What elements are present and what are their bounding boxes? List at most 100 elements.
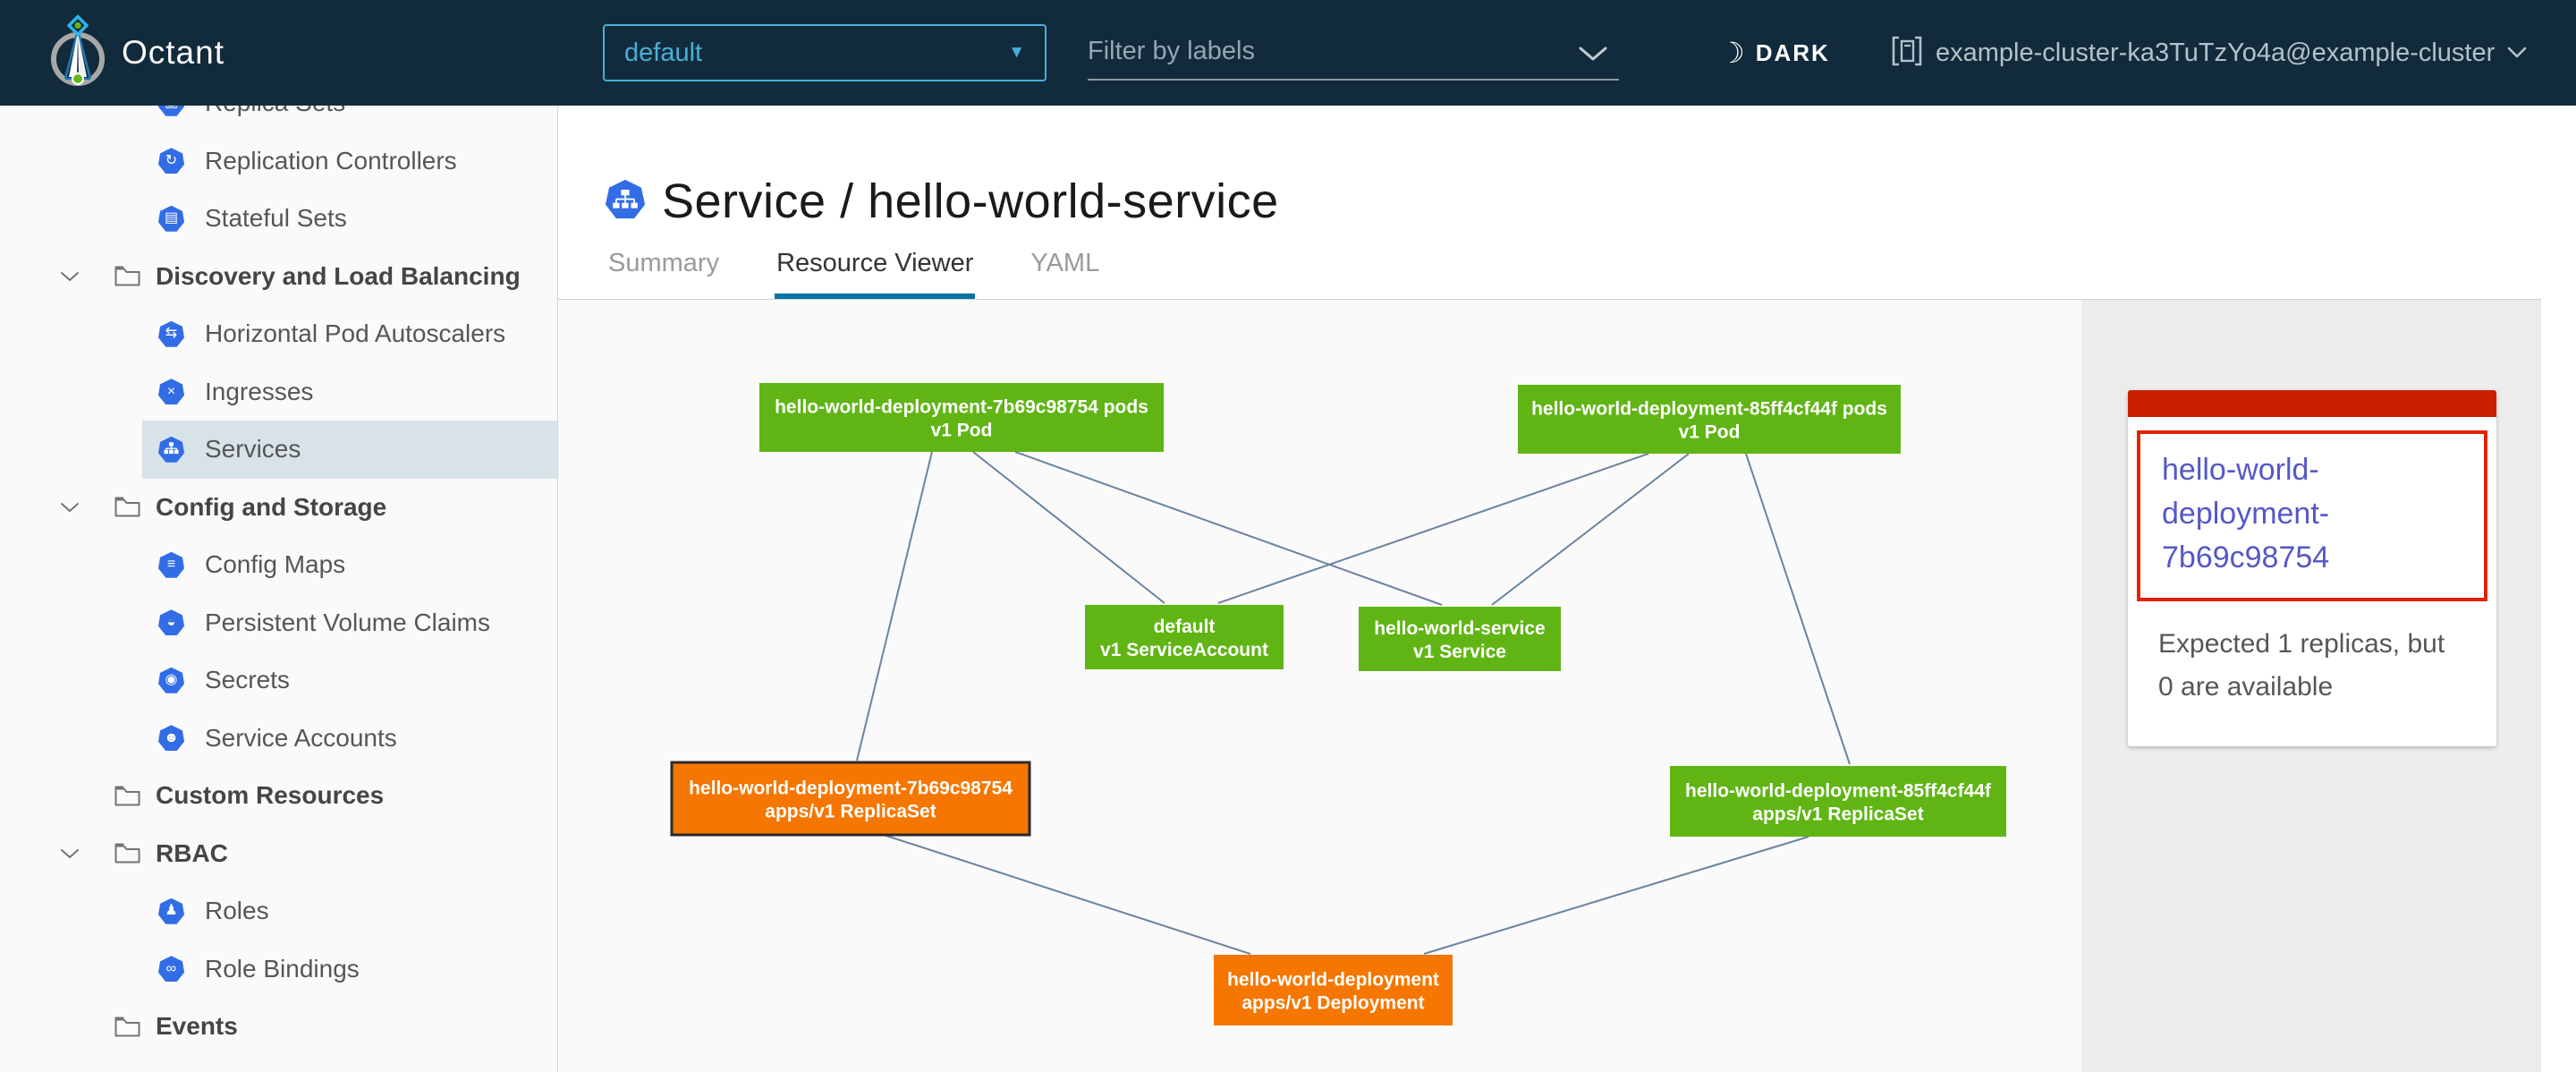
folder-icon xyxy=(114,784,141,808)
service-accounts-icon: ☻ xyxy=(158,725,184,751)
sidebar-item-replication-controllers[interactable]: ↻ Replication Controllers xyxy=(0,132,557,191)
replica-sets-icon: ▣ xyxy=(158,106,184,116)
sidebar-item-replica-sets[interactable]: ▣ Replica Sets xyxy=(0,106,557,132)
graph-node-service-hello-world[interactable]: hello-world-servicev1 Service xyxy=(1359,607,1561,671)
sidebar-item-label: Role Bindings xyxy=(205,955,360,983)
app-title: Octant xyxy=(122,0,225,106)
sidebar-item-label: Replication Controllers xyxy=(205,147,457,175)
ingresses-icon: × xyxy=(158,379,184,404)
secrets-icon: ◉ xyxy=(158,668,184,693)
folder-icon xyxy=(114,841,141,865)
cluster-icon xyxy=(1891,34,1923,72)
sidebar-folder-label: Config and Storage xyxy=(156,493,386,522)
graph-edge-replicaset-85ff4cf44f-to-deployment xyxy=(1424,837,1809,954)
octant-logo-icon xyxy=(50,13,106,98)
sidebar-folder-label: RBAC xyxy=(156,839,228,868)
graph-edge-pod-85ff4cf44f-to-replicaset-85ff4cf44f xyxy=(1746,454,1850,764)
sidebar-item-service-accounts[interactable]: ☻ Service Accounts xyxy=(0,710,557,768)
tab-yaml[interactable]: YAML xyxy=(1029,249,1101,300)
tab-resource-viewer[interactable]: Resource Viewer xyxy=(775,249,975,300)
sidebar-item-label: Ingresses xyxy=(205,378,313,406)
cluster-context-label: example-cluster-ka3TuTzYo4a@example-clus… xyxy=(1936,38,2495,68)
chevron-down-icon xyxy=(2507,47,2527,59)
persistent-volume-claims-icon: ◒ xyxy=(158,609,184,635)
folder-icon xyxy=(114,1015,141,1039)
tab-bar: Summary Resource Viewer YAML xyxy=(606,249,1101,300)
roles-icon: ♟ xyxy=(158,898,184,924)
graph-node-serviceaccount-default[interactable]: defaultv1 ServiceAccount xyxy=(1085,605,1284,669)
namespace-dropdown[interactable]: default ▼ xyxy=(603,24,1046,81)
chevron-down-icon[interactable] xyxy=(59,501,80,514)
folder-icon xyxy=(114,495,141,519)
replication-controllers-icon: ↻ xyxy=(158,148,184,174)
resource-graph-svg: hello-world-deployment-7b69c98754 podsv1… xyxy=(558,300,2081,1072)
label-filter-input[interactable] xyxy=(1088,25,1571,77)
sidebar-item-services[interactable]: Services xyxy=(0,421,557,479)
graph-node-replicaset-85ff4cf44f[interactable]: hello-world-deployment-85ff4cf44fapps/v1… xyxy=(1670,766,2006,837)
sidebar-item-roles[interactable]: ♟ Roles xyxy=(0,882,557,940)
chevron-down-icon[interactable] xyxy=(59,847,80,860)
dark-theme-toggle[interactable]: ☾ DARK xyxy=(1719,0,1830,106)
selected-resource-card: hello-world-deployment-7b69c98754 Expect… xyxy=(2128,390,2496,746)
stateful-sets-icon: ▤ xyxy=(158,206,184,232)
sidebar-item-label: Horizontal Pod Autoscalers xyxy=(205,319,505,348)
graph-edge-pod-7b69c98754-to-serviceaccount xyxy=(973,452,1165,603)
page-title: Service / hello-world-service xyxy=(662,174,1279,229)
sidebar-folder-config-and-storage[interactable]: Config and Storage xyxy=(0,479,557,537)
sidebar-item-persistent-volume-claims[interactable]: ◒ Persistent Volume Claims xyxy=(0,594,557,652)
sidebar-item-label: Replica Sets xyxy=(205,106,345,117)
detail-panel: hello-world-deployment-7b69c98754 Expect… xyxy=(2081,300,2541,1072)
graph-node-deployment-hello-world[interactable]: hello-world-deploymentapps/v1 Deployment xyxy=(1214,955,1453,1025)
sidebar-folder-rbac[interactable]: RBAC xyxy=(0,825,557,883)
error-accent-bar xyxy=(2128,390,2496,417)
services-icon xyxy=(158,437,184,463)
sidebar-folder-label: Events xyxy=(156,1012,238,1041)
chevron-down-icon[interactable] xyxy=(59,270,80,283)
sidebar-item-role-bindings[interactable]: ∞ Role Bindings xyxy=(0,940,557,999)
graph-edge-pod-85ff4cf44f-to-service xyxy=(1492,454,1689,605)
selected-resource-link[interactable]: hello-world-deployment-7b69c98754 xyxy=(2162,448,2439,580)
main-content: Service / hello-world-service Summary Res… xyxy=(558,106,2576,1072)
sidebar-item-label: Roles xyxy=(205,897,269,925)
sidebar-folder-events[interactable]: Events xyxy=(0,998,557,1056)
role-bindings-icon: ∞ xyxy=(158,956,184,982)
graph-edge-replicaset-7b69c98754-to-deployment xyxy=(884,835,1250,954)
graph-node-replicaset-7b69c98754[interactable]: hello-world-deployment-7b69c98754apps/v1… xyxy=(672,762,1030,835)
sidebar-item-stateful-sets[interactable]: ▤ Stateful Sets xyxy=(0,190,557,248)
resource-status-message: Expected 1 replicas, but 0 are available xyxy=(2158,623,2466,709)
graph-node-pod-7b69c98754[interactable]: hello-world-deployment-7b69c98754 podsv1… xyxy=(759,383,1164,452)
folder-icon xyxy=(114,264,141,288)
sidebar-folder-label: Custom Resources xyxy=(156,781,384,810)
sidebar-folder-custom-resources[interactable]: Custom Resources xyxy=(0,767,557,825)
theme-toggle-label: DARK xyxy=(1756,39,1830,67)
config-maps-icon: ≡ xyxy=(158,552,184,578)
graph-node-pod-85ff4cf44f[interactable]: hello-world-deployment-85ff4cf44f podsv1… xyxy=(1518,385,1901,454)
sidebar-item-label: Persistent Volume Claims xyxy=(205,608,490,637)
selected-resource-box: hello-world-deployment-7b69c98754 xyxy=(2137,430,2487,601)
sidebar-nav: ▣ Replica Sets ↻ Replication Controllers ▤ St… xyxy=(0,106,558,1072)
chevron-down-icon[interactable] xyxy=(1578,46,1608,66)
moon-icon: ☾ xyxy=(1719,38,1745,67)
sidebar-folder-discovery-and-load-balancing[interactable]: Discovery and Load Balancing xyxy=(0,248,557,306)
dropdown-caret-icon: ▼ xyxy=(1008,43,1025,63)
sidebar-item-ingresses[interactable]: × Ingresses xyxy=(0,363,557,421)
graph-edge-pod-7b69c98754-to-service xyxy=(1015,452,1442,605)
sidebar-item-config-maps[interactable]: ≡ Config Maps xyxy=(0,536,557,594)
tab-summary[interactable]: Summary xyxy=(606,249,721,300)
sidebar-item-horizontal-pod-autoscalers[interactable]: ⇆ Horizontal Pod Autoscalers xyxy=(0,305,557,363)
sidebar-item-label: Config Maps xyxy=(205,550,345,579)
cluster-context-selector[interactable]: example-cluster-ka3TuTzYo4a@example-clus… xyxy=(1891,0,2527,106)
sidebar-item-label: Services xyxy=(205,435,301,464)
graph-edge-pod-85ff4cf44f-to-serviceaccount xyxy=(1218,454,1648,603)
app-header: Octant default ▼ ☾ DARK example-cluster-… xyxy=(0,0,2576,106)
graph-edge-pod-7b69c98754-to-replicaset-7b69c98754 xyxy=(857,452,932,761)
service-kind-icon xyxy=(605,179,646,225)
page-header: Service / hello-world-service Summary Res… xyxy=(558,106,2576,300)
sidebar-item-label: Service Accounts xyxy=(205,724,397,753)
sidebar-item-label: Secrets xyxy=(205,666,290,694)
namespace-dropdown-value: default xyxy=(624,38,702,68)
sidebar-item-label: Stateful Sets xyxy=(205,204,347,233)
sidebar-item-secrets[interactable]: ◉ Secrets xyxy=(0,651,557,710)
sidebar-folder-label: Discovery and Load Balancing xyxy=(156,262,521,291)
horizontal-pod-autoscalers-icon: ⇆ xyxy=(158,321,184,347)
